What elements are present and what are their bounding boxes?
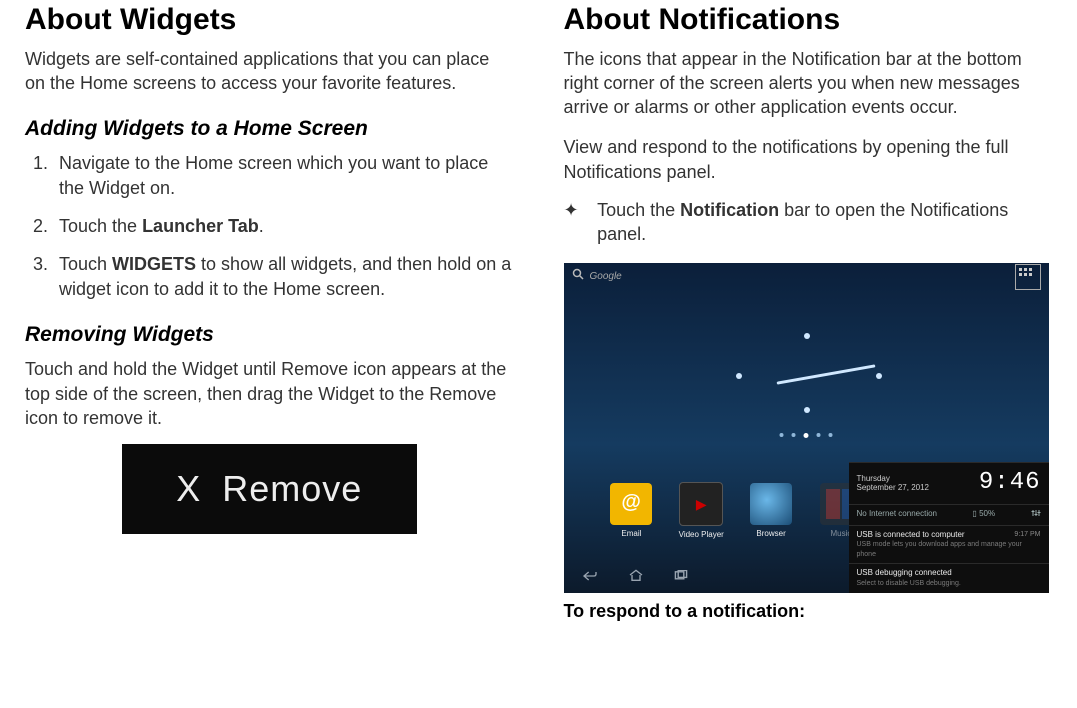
step-2-keyword: Launcher Tab: [142, 216, 259, 236]
heading-about-widgets: About Widgets: [25, 0, 514, 41]
back-icon: [576, 567, 604, 588]
analog-clock-widget: [716, 333, 896, 413]
subheading-adding-widgets: Adding Widgets to a Home Screen: [25, 115, 514, 143]
notification-instruction-text: Touch the Notification bar to open the N…: [597, 198, 1052, 247]
app-email-label: Email: [621, 529, 641, 540]
nav-bar: [564, 563, 694, 593]
step-3: Touch WIDGETS to show all widgets, and t…: [53, 252, 514, 301]
remove-screenshot: X Remove: [122, 444, 417, 534]
widgets-intro: Widgets are self-contained applications …: [25, 47, 514, 96]
instr-pre: Touch the: [597, 200, 680, 220]
home-page-indicator: [780, 433, 833, 438]
email-icon: [610, 483, 652, 525]
home-icon: [622, 567, 650, 588]
notif-item-title: USB is connected to computer: [857, 530, 1041, 541]
notification-instruction: ✦ Touch the Notification bar to open the…: [564, 198, 1053, 247]
app-video-label: Video Player: [679, 530, 724, 541]
notif-item-sub: USB mode lets you download apps and mana…: [857, 540, 1041, 559]
app-browser-label: Browser: [756, 529, 785, 540]
apps-grid-icon: [1015, 264, 1041, 290]
adding-widgets-steps: Navigate to the Home screen which you wa…: [25, 151, 514, 300]
settings-icon: [1031, 508, 1041, 522]
notif-time: 9:46: [979, 467, 1041, 499]
notifications-para2: View and respond to the notifications by…: [564, 135, 1053, 184]
app-video-player: Video Player: [673, 482, 729, 541]
left-column: About Widgets Widgets are self-contained…: [0, 0, 539, 708]
app-email: Email: [604, 483, 660, 540]
tablet-screenshot: Google Email Video Player: [564, 263, 1049, 593]
right-column: About Notifications The icons that appea…: [539, 0, 1077, 708]
step-2-pre: Touch the: [59, 216, 142, 236]
notifications-intro: The icons that appear in the Notificatio…: [564, 47, 1053, 120]
step-3-keyword: WIDGETS: [112, 254, 196, 274]
step-1: Navigate to the Home screen which you wa…: [53, 151, 514, 200]
notif-date: Thursday September 27, 2012: [857, 475, 930, 493]
search-icon: [572, 268, 584, 284]
notifications-panel: Thursday September 27, 2012 9:46 No Inte…: [849, 462, 1049, 592]
notif-status-row: No Internet connection ▯ 50%: [849, 504, 1049, 525]
notif-battery: ▯ 50%: [972, 509, 995, 520]
star-icon: ✦: [564, 198, 584, 222]
heading-about-notifications: About Notifications: [564, 0, 1053, 41]
remove-label: Remove: [222, 465, 362, 514]
remove-x-icon: X: [176, 465, 200, 514]
browser-icon: [750, 483, 792, 525]
youtube-icon: [679, 482, 723, 526]
notif-item-sub: Select to disable USB debugging.: [857, 579, 1041, 588]
notif-net-status: No Internet connection: [857, 509, 938, 520]
respond-to-notification-heading: To respond to a notification:: [564, 599, 1053, 623]
app-browser: Browser: [743, 483, 799, 540]
step-3-pre: Touch: [59, 254, 112, 274]
notif-panel-header: Thursday September 27, 2012 9:46: [849, 463, 1049, 503]
step-1-text: Navigate to the Home screen which you wa…: [59, 153, 488, 197]
battery-icon: ▯: [972, 509, 976, 518]
recent-icon: [668, 567, 694, 588]
google-label: Google: [590, 270, 622, 284]
step-2-post: .: [259, 216, 264, 236]
instr-bold: Notification: [680, 200, 779, 220]
notif-fulldate: September 27, 2012: [857, 484, 930, 493]
screenshot-statusbar: Google: [564, 263, 1049, 291]
subheading-removing-widgets: Removing Widgets: [25, 321, 514, 349]
step-2: Touch the Launcher Tab.: [53, 214, 514, 238]
notif-item-usb-debugging: USB debugging connected Select to disabl…: [849, 563, 1049, 592]
notif-item-title: USB debugging connected: [857, 568, 1041, 579]
battery-percent: 50%: [979, 509, 995, 518]
removing-widgets-body: Touch and hold the Widget until Remove i…: [25, 357, 514, 430]
notif-item-usb-connected: 9:17 PM USB is connected to computer USB…: [849, 525, 1049, 564]
notif-item-time: 9:17 PM: [1014, 530, 1040, 539]
